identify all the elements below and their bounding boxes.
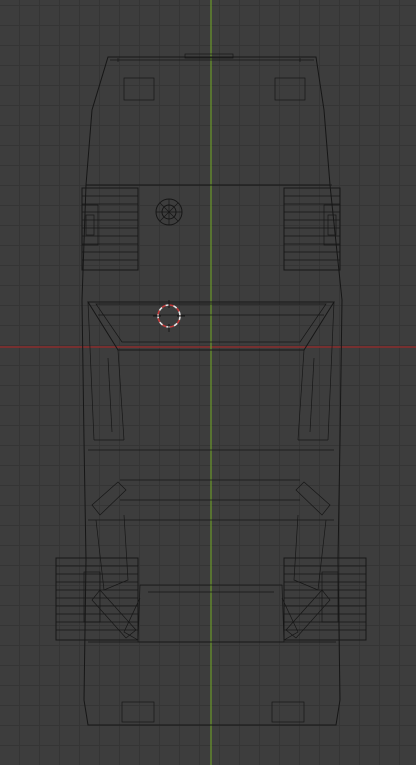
bumper-rear [88, 641, 336, 723]
3d-viewport[interactable] [0, 0, 416, 765]
3d-cursor-icon[interactable] [153, 300, 185, 332]
front-wheel-left[interactable] [81, 187, 139, 271]
object-origin-icon[interactable] [155, 198, 183, 226]
car-body-top [85, 56, 331, 186]
viewport-canvas[interactable] [0, 0, 416, 765]
